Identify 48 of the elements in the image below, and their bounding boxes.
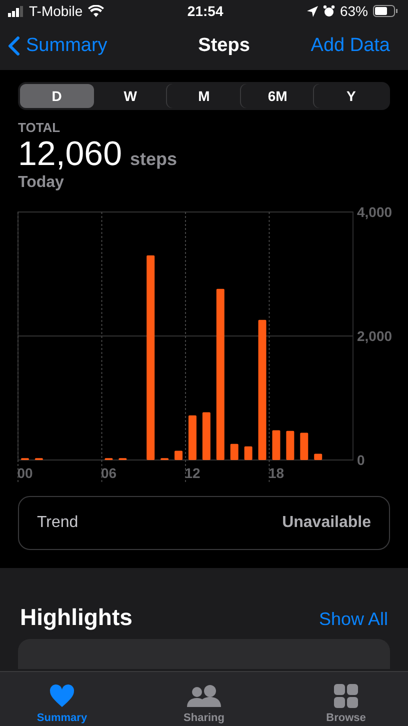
total-label: TOTAL [18,120,62,135]
axis-label: 18 [268,465,284,481]
trend-card[interactable]: Trend Unavailable [18,496,390,550]
chart-bar [314,454,322,460]
carrier-name: T-Mobile [29,3,83,19]
people-icon [187,684,221,708]
period-tab[interactable]: W [94,84,168,108]
show-all-link[interactable]: Show All [318,609,388,630]
trend-label: Trend [37,514,78,532]
section-title: Highlights [20,604,132,631]
chart-bar [300,432,308,460]
axis-label: 00 [17,465,33,481]
grid-icon [334,684,358,708]
chevron-left-icon [8,36,20,56]
battery-percent: 63% [340,3,368,19]
chart-bar [202,412,210,460]
add-data-button[interactable]: Add Data [310,35,390,57]
page-title: Steps [198,35,250,57]
heart-icon [49,684,75,708]
axis-label: 2,000 [357,328,392,344]
chart-bar [272,430,280,460]
axis-label: 06 [100,465,117,481]
clock-time: 21:54 [187,3,224,19]
alarm-icon [322,5,335,17]
chart-bar [286,430,294,460]
tab-item[interactable]: Browse [306,672,386,726]
wifi-icon [88,5,104,17]
period-tab[interactable]: M [167,84,241,108]
chart-bar [244,446,252,460]
tab-item[interactable]: Summary [22,672,102,726]
battery-icon [373,5,398,17]
period-tab[interactable]: D [20,84,94,108]
chart-bar [174,450,183,460]
axis-label: 12 [184,465,200,481]
location-icon [306,6,318,16]
back-button[interactable]: Summary [8,35,108,57]
axis-label: 0 [357,452,365,468]
signal-icon [8,6,24,16]
step-count: 12,060 [18,135,122,174]
chart-bar [188,415,196,460]
trend-value: Unavailable [282,514,371,532]
period-tab[interactable]: 6M [240,84,314,108]
period-tab[interactable]: Y [314,84,388,108]
tab-item[interactable]: Sharing [164,672,244,726]
period-label: Today [18,174,65,192]
chart-bar [230,444,238,460]
axis-label: 4,000 [357,204,392,220]
unit-label: steps [130,149,178,170]
